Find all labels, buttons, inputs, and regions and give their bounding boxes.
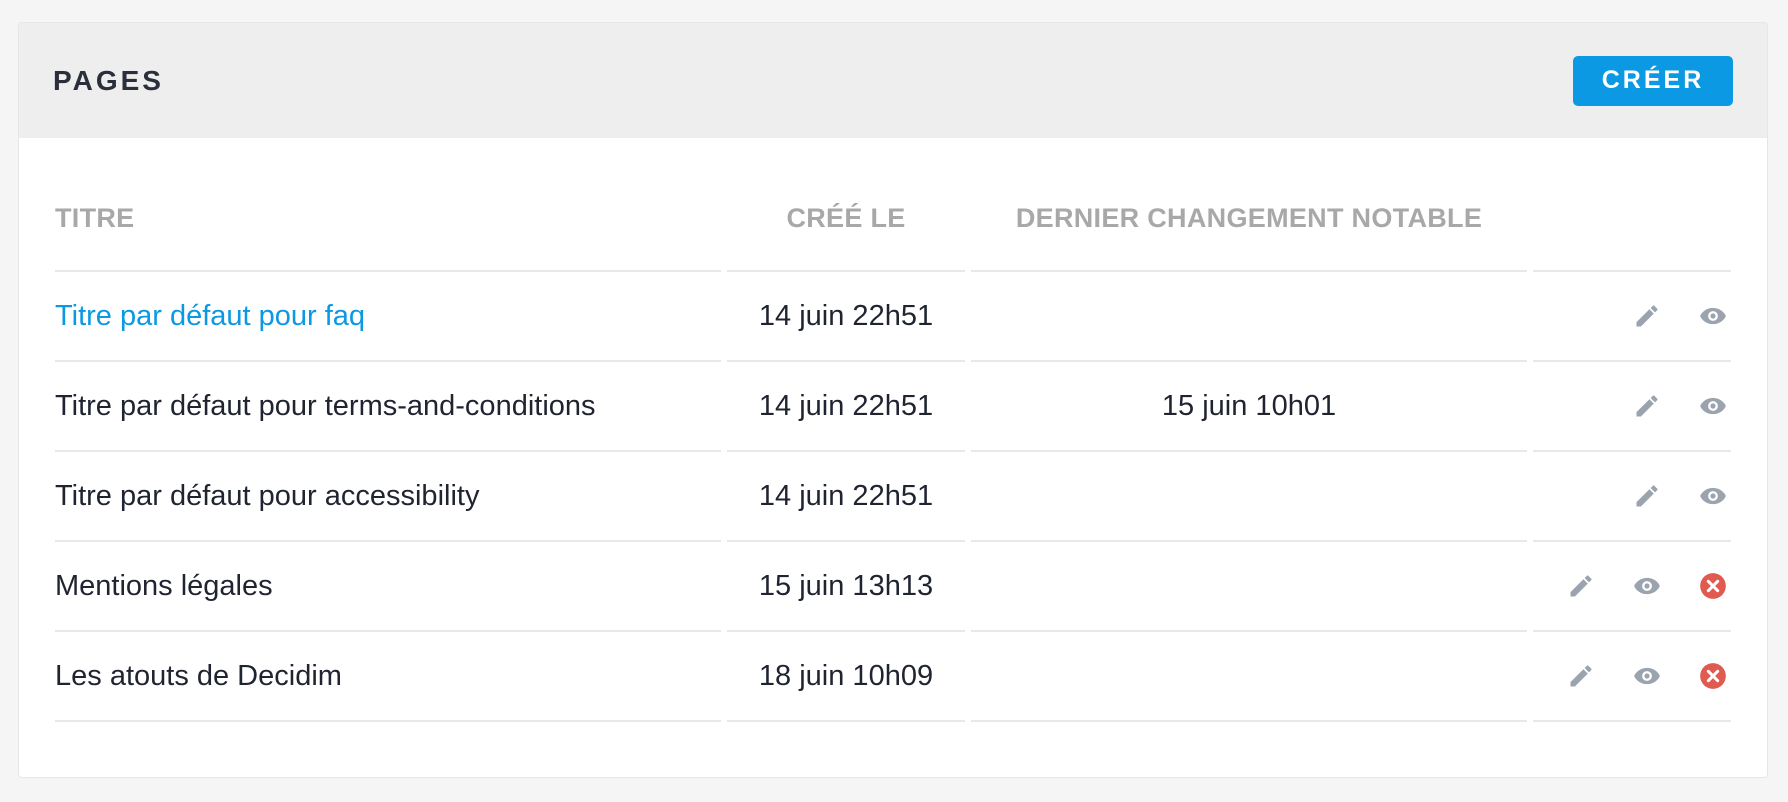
cell-title: Titre par défaut pour terms-and-conditio…	[55, 362, 721, 452]
pencil-icon[interactable]	[1563, 568, 1599, 604]
cell-actions	[1533, 362, 1731, 452]
page-title-text: Les atouts de Decidim	[55, 659, 342, 692]
cell-title: Les atouts de Decidim	[55, 632, 721, 722]
create-button[interactable]: CRÉER	[1573, 55, 1733, 106]
page-title-link[interactable]: Titre par défaut pour faq	[55, 300, 365, 332]
eye-icon[interactable]	[1629, 658, 1665, 694]
cell-title: Mentions légales	[55, 542, 721, 632]
pencil-icon[interactable]	[1629, 388, 1665, 424]
table-row: Mentions légales 15 juin 13h13	[55, 542, 1731, 632]
cell-actions	[1533, 452, 1731, 542]
column-header-title[interactable]: TITRE	[55, 166, 721, 272]
table-wrapper: TITRE CRÉÉ LE DERNIER CHANGEMENT NOTABLE…	[19, 138, 1767, 722]
page-title-text: Titre par défaut pour terms-and-conditio…	[55, 389, 596, 422]
cell-created-date: 14 juin 22h51	[727, 272, 965, 362]
page-title: PAGES	[53, 64, 164, 96]
eye-icon[interactable]	[1695, 298, 1731, 334]
cell-actions	[1533, 272, 1731, 362]
column-header-changed[interactable]: DERNIER CHANGEMENT NOTABLE	[971, 166, 1527, 272]
page-title-text: Mentions légales	[55, 569, 273, 602]
table-row: Titre par défaut pour accessibility 14 ju…	[55, 452, 1731, 542]
cell-created-date: 18 juin 10h09	[727, 632, 965, 722]
circle-x-icon[interactable]	[1695, 658, 1731, 694]
eye-icon[interactable]	[1695, 388, 1731, 424]
pencil-icon[interactable]	[1629, 478, 1665, 514]
cell-actions	[1533, 542, 1731, 632]
pages-card: PAGES CRÉER TITRE CRÉÉ LE DERNIER CHANGE…	[18, 22, 1768, 778]
page-title-text: Titre par défaut pour accessibility	[55, 479, 480, 512]
table-header-row: TITRE CRÉÉ LE DERNIER CHANGEMENT NOTABLE	[55, 166, 1731, 272]
cell-last-change-date	[971, 272, 1527, 362]
column-header-created[interactable]: CRÉÉ LE	[727, 166, 965, 272]
cell-created-date: 14 juin 22h51	[727, 452, 965, 542]
cell-created-date: 15 juin 13h13	[727, 542, 965, 632]
eye-icon[interactable]	[1695, 478, 1731, 514]
cell-title: Titre par défaut pour accessibility	[55, 452, 721, 542]
card-header: PAGES CRÉER	[19, 23, 1767, 138]
pages-table: TITRE CRÉÉ LE DERNIER CHANGEMENT NOTABLE…	[49, 166, 1737, 722]
cell-last-change-date	[971, 632, 1527, 722]
cell-created-date: 14 juin 22h51	[727, 362, 965, 452]
column-header-actions	[1533, 166, 1731, 272]
circle-x-icon[interactable]	[1695, 568, 1731, 604]
cell-last-change-date: 15 juin 10h01	[971, 362, 1527, 452]
cell-last-change-date	[971, 452, 1527, 542]
table-row: Titre par défaut pour terms-and-conditio…	[55, 362, 1731, 452]
cell-title: Titre par défaut pour faq	[55, 272, 721, 362]
cell-actions	[1533, 632, 1731, 722]
table-row: Titre par défaut pour faq 14 juin 22h51	[55, 272, 1731, 362]
pencil-icon[interactable]	[1563, 658, 1599, 694]
cell-last-change-date	[971, 542, 1527, 632]
pencil-icon[interactable]	[1629, 298, 1665, 334]
table-row: Les atouts de Decidim 18 juin 10h09	[55, 632, 1731, 722]
eye-icon[interactable]	[1629, 568, 1665, 604]
